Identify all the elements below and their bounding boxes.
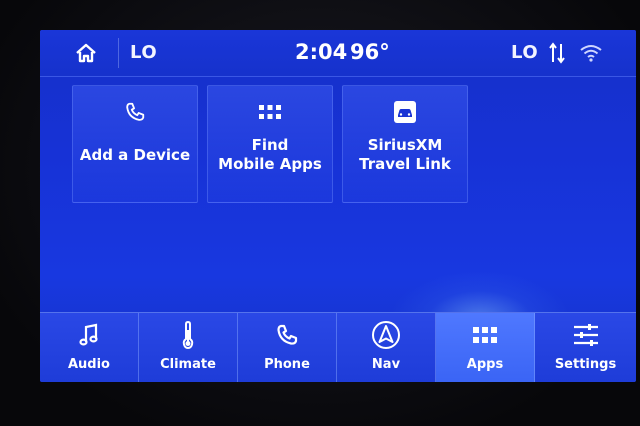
nav-navigation[interactable]: Nav xyxy=(337,313,436,382)
nav-label: Nav xyxy=(371,357,401,372)
passenger-temp-setting[interactable]: LO xyxy=(511,42,538,63)
home-icon xyxy=(76,43,96,63)
bottom-navigation: Audio Climate Phone Nav Apps Settings xyxy=(40,312,636,382)
status-bar: LO 2:04 96° LO xyxy=(40,30,636,77)
clock: 2:04 xyxy=(295,40,348,64)
tile-label-line1: Find xyxy=(251,136,289,154)
sort-arrows-icon xyxy=(549,42,565,64)
nav-label: Climate xyxy=(160,357,216,372)
nav-label: Phone xyxy=(264,357,310,372)
outside-temperature: 96° xyxy=(350,40,390,64)
status-divider xyxy=(118,38,119,68)
tile-label-line2: Travel Link xyxy=(359,155,451,173)
tile-label: Add a Device xyxy=(79,146,191,164)
nav-apps[interactable]: Apps xyxy=(436,313,535,382)
nav-label: Audio xyxy=(67,357,110,372)
nav-label: Settings xyxy=(554,357,617,372)
apps-grid-icon xyxy=(473,327,497,343)
siriusxm-travel-link-tile[interactable]: SiriusXM Travel Link xyxy=(342,85,468,203)
phone-icon xyxy=(126,102,145,121)
infotainment-screen: LO 2:04 96° LO Add a Device Find Mobile … xyxy=(40,30,636,382)
find-mobile-apps-tile[interactable]: Find Mobile Apps xyxy=(207,85,333,203)
music-note-icon xyxy=(79,323,98,346)
car-icon xyxy=(394,101,416,123)
nav-phone[interactable]: Phone xyxy=(238,313,337,382)
tile-label-line1: SiriusXM xyxy=(367,136,443,154)
phone-icon xyxy=(277,324,298,345)
nav-audio[interactable]: Audio xyxy=(40,313,139,382)
apps-grid-icon xyxy=(259,105,281,119)
nav-label: Apps xyxy=(466,357,504,372)
driver-temp-setting[interactable]: LO xyxy=(130,42,157,63)
thermometer-icon xyxy=(182,321,194,349)
add-device-tile[interactable]: Add a Device xyxy=(72,85,198,203)
nav-climate[interactable]: Climate xyxy=(139,313,238,382)
tile-label-line2: Mobile Apps xyxy=(218,155,322,173)
wifi-icon xyxy=(580,45,602,62)
home-button[interactable] xyxy=(70,38,102,68)
sliders-icon xyxy=(573,324,598,346)
nav-settings[interactable]: Settings xyxy=(535,313,636,382)
navigation-arrow-icon xyxy=(372,321,400,349)
